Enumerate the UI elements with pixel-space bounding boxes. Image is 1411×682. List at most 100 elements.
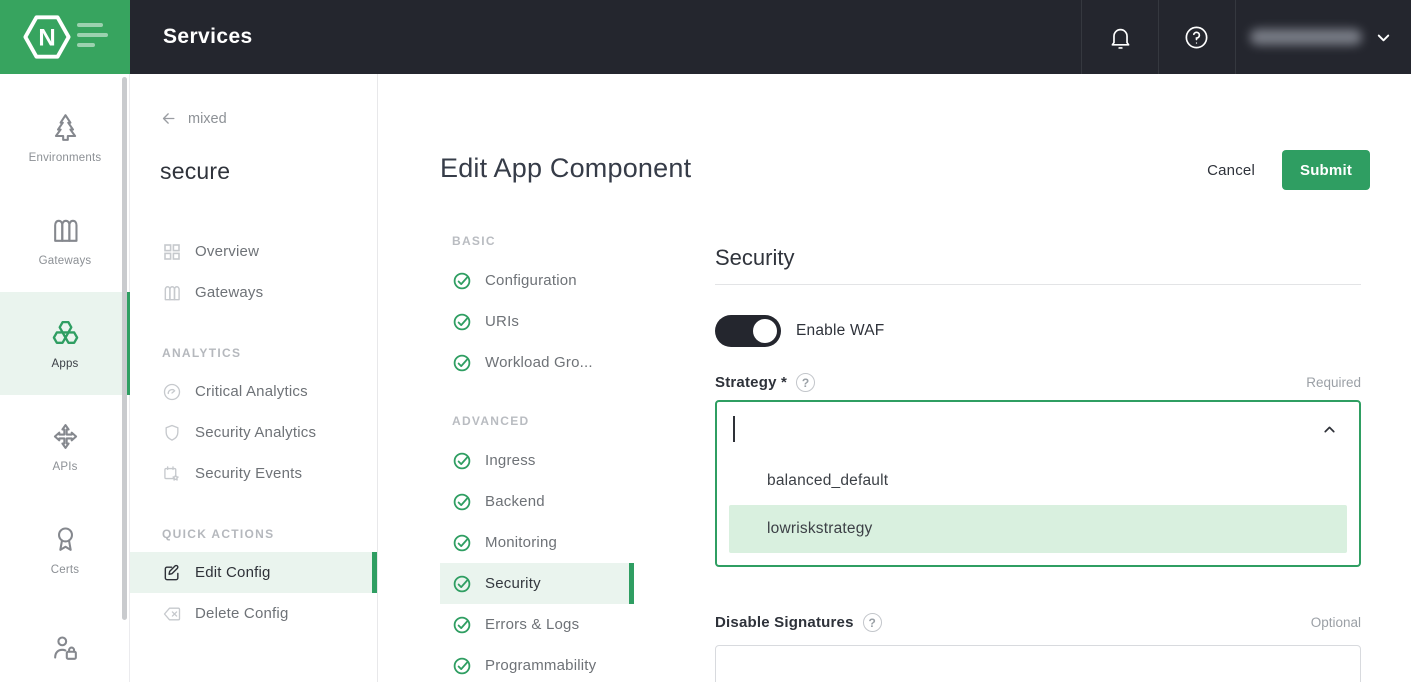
question-circle-icon <box>1183 24 1210 51</box>
rail-item-label: Certs <box>51 564 79 576</box>
step-item-uris[interactable]: URIs <box>440 301 634 342</box>
nginx-logo[interactable]: N <box>0 0 130 74</box>
disable-signatures-input[interactable] <box>715 645 1361 682</box>
step-nav: BASIC Configuration URIs Workload Gro...… <box>440 228 634 682</box>
rail-item-users[interactable] <box>0 601 130 682</box>
check-circle-icon <box>452 451 472 471</box>
step-item-label: Ingress <box>485 452 536 469</box>
page-section-title: Services <box>163 0 253 74</box>
sidebar-item-label: Security Analytics <box>195 424 316 441</box>
sidebar-section-analytics: ANALYTICS <box>130 335 377 371</box>
strategy-label: Strategy * <box>715 374 787 391</box>
sidebar-section-quick-actions: QUICK ACTIONS <box>130 516 377 552</box>
toggle-knob <box>753 319 777 343</box>
enable-waf-toggle[interactable] <box>715 315 781 347</box>
rail-item-apps[interactable]: Apps <box>0 292 130 395</box>
strategy-required-hint: Required <box>1306 375 1361 390</box>
sidebar-item-label: Critical Analytics <box>195 383 308 400</box>
rail-scrollbar[interactable] <box>122 77 127 620</box>
sidebar-item-security-events[interactable]: Security Events <box>130 453 377 494</box>
grid-icon <box>162 242 182 262</box>
sidebar-item-label: Gateways <box>195 284 263 301</box>
step-section-basic: BASIC <box>440 228 634 254</box>
step-item-errors-logs[interactable]: Errors & Logs <box>440 604 634 645</box>
fence-icon <box>50 215 81 246</box>
rail-item-environments[interactable]: Environments <box>0 86 130 189</box>
check-circle-icon <box>452 615 472 635</box>
submit-button[interactable]: Submit <box>1282 150 1370 190</box>
enable-waf-label: Enable WAF <box>796 322 884 340</box>
rail-item-label: Gateways <box>39 255 92 267</box>
strategy-label-row: Strategy * ? Required <box>715 373 1361 392</box>
step-section-advanced: ADVANCED <box>440 408 634 434</box>
backspace-icon <box>162 604 182 624</box>
app-window: N Services <box>0 0 1411 682</box>
step-item-label: URIs <box>485 313 519 330</box>
strategy-input[interactable] <box>717 402 1359 457</box>
strategy-option-balanced-default[interactable]: balanced_default <box>717 457 1359 505</box>
check-circle-icon <box>452 533 472 553</box>
rail-item-label: Environments <box>29 152 102 164</box>
text-cursor <box>733 416 735 442</box>
hexagons-icon <box>50 318 81 349</box>
rail-item-label: Apps <box>51 358 78 370</box>
rail-item-label: APIs <box>52 461 77 473</box>
topbar-divider <box>1081 0 1082 74</box>
sidebar-item-delete-config[interactable]: Delete Config <box>130 593 377 634</box>
back-link[interactable]: mixed <box>160 110 227 127</box>
sidebar-item-label: Security Events <box>195 465 302 482</box>
tree-icon <box>50 112 81 143</box>
step-item-configuration[interactable]: Configuration <box>440 260 634 301</box>
sidebar-item-label: Edit Config <box>195 564 271 581</box>
section-divider <box>715 284 1361 285</box>
sidebar-item-critical-analytics[interactable]: Critical Analytics <box>130 371 377 412</box>
app-name: secure <box>160 158 377 185</box>
calendar-star-icon <box>162 464 182 484</box>
disable-signatures-help-icon[interactable]: ? <box>863 613 882 632</box>
shield-icon <box>162 423 182 443</box>
page-title: Edit App Component <box>440 153 691 184</box>
strategy-help-icon[interactable]: ? <box>796 373 815 392</box>
rail-item-certs[interactable]: Certs <box>0 498 130 601</box>
check-circle-icon <box>452 656 472 676</box>
chevron-up-icon[interactable] <box>1321 421 1338 438</box>
step-item-security[interactable]: Security <box>440 563 634 604</box>
sidebar-item-label: Delete Config <box>195 605 289 622</box>
form-section-title: Security <box>715 245 794 271</box>
app-sidebar: mixed secure Overview Gateways ANALYTICS <box>130 74 378 682</box>
bell-icon <box>1107 24 1134 51</box>
sidebar-item-edit-config[interactable]: Edit Config <box>130 552 377 593</box>
check-circle-icon <box>452 574 472 594</box>
gauge-icon <box>162 382 182 402</box>
step-item-monitoring[interactable]: Monitoring <box>440 522 634 563</box>
award-icon <box>50 524 81 555</box>
edit-icon <box>162 563 182 583</box>
disable-signatures-label: Disable Signatures <box>715 614 854 631</box>
step-item-label: Workload Gro... <box>485 354 593 371</box>
step-item-label: Programmability <box>485 657 596 674</box>
step-item-programmability[interactable]: Programmability <box>440 645 634 682</box>
rail-item-apis[interactable]: APIs <box>0 395 130 498</box>
form-actions: Cancel Submit <box>1207 150 1370 190</box>
user-menu[interactable] <box>1250 0 1411 74</box>
check-circle-icon <box>452 271 472 291</box>
strategy-option-lowriskstrategy[interactable]: lowriskstrategy <box>729 505 1347 553</box>
back-link-label: mixed <box>188 111 227 127</box>
step-item-backend[interactable]: Backend <box>440 481 634 522</box>
sidebar-item-gateways[interactable]: Gateways <box>130 272 377 313</box>
step-item-workload-groups[interactable]: Workload Gro... <box>440 342 634 383</box>
icon-rail: Environments Gateways Apps APIs <box>0 74 130 682</box>
disable-signatures-label-row: Disable Signatures ? Optional <box>715 613 1361 632</box>
cancel-button[interactable]: Cancel <box>1207 162 1255 179</box>
step-item-ingress[interactable]: Ingress <box>440 440 634 481</box>
help-button[interactable] <box>1165 0 1227 74</box>
disable-signatures-optional-hint: Optional <box>1311 615 1361 630</box>
svg-text:N: N <box>38 25 55 52</box>
notifications-button[interactable] <box>1089 0 1151 74</box>
compass-plus-icon <box>50 421 81 452</box>
rail-item-gateways[interactable]: Gateways <box>0 189 130 292</box>
step-item-label: Backend <box>485 493 545 510</box>
sidebar-item-security-analytics[interactable]: Security Analytics <box>130 412 377 453</box>
step-item-label: Monitoring <box>485 534 557 551</box>
sidebar-item-overview[interactable]: Overview <box>130 231 377 272</box>
